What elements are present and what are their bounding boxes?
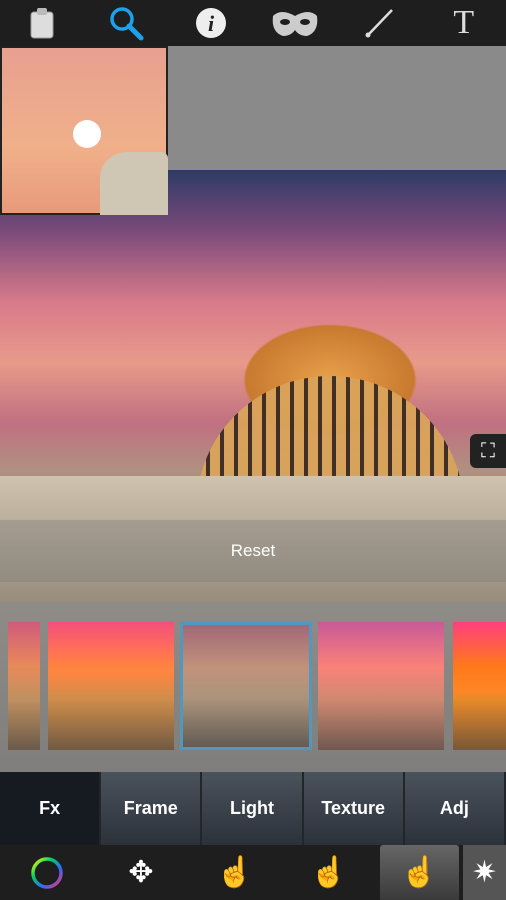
info-icon[interactable]: i: [186, 3, 236, 43]
fullscreen-icon: ⛶: [481, 439, 495, 462]
color-ring-icon[interactable]: [0, 845, 94, 900]
tab-frame[interactable]: Frame: [101, 772, 203, 845]
text-icon[interactable]: T: [439, 3, 489, 43]
hand-move-icon[interactable]: ✥: [94, 845, 188, 900]
tab-fx[interactable]: Fx: [0, 772, 102, 845]
tab-light[interactable]: Light: [202, 772, 304, 845]
top-toolbar: i T: [0, 0, 506, 46]
category-tabs: Fx Frame Light Texture Adj: [0, 772, 506, 845]
bottom-toolbar: ✥ ☝ ☝ ☝ ✷: [0, 845, 506, 900]
hand-erase-icon[interactable]: ☝: [379, 845, 459, 900]
filter-thumbnail[interactable]: [453, 622, 506, 750]
filter-thumbnail[interactable]: [318, 622, 444, 750]
reset-label: Reset: [230, 541, 276, 560]
filter-strip[interactable]: [0, 602, 506, 772]
filter-thumbnail[interactable]: [8, 622, 40, 750]
reset-button[interactable]: Reset: [0, 520, 506, 582]
tab-texture[interactable]: Texture: [303, 772, 405, 845]
preview-statue: [100, 152, 168, 215]
mask-icon[interactable]: [270, 3, 320, 43]
fullscreen-button[interactable]: ⛶: [470, 434, 506, 468]
tab-adj[interactable]: Adj: [404, 772, 506, 845]
photo-canvas[interactable]: ⛶ Reset: [0, 46, 506, 772]
search-icon[interactable]: [101, 3, 151, 43]
clipboard-icon[interactable]: [17, 3, 67, 43]
brush-cursor: [73, 120, 101, 148]
filter-thumbnail[interactable]: [48, 622, 174, 750]
brush-icon[interactable]: [354, 3, 404, 43]
magic-wand-icon[interactable]: ✷: [462, 845, 506, 900]
hand-color-icon[interactable]: ☝: [282, 845, 376, 900]
hand-circle-icon[interactable]: ☝: [188, 845, 282, 900]
filter-thumbnail-selected[interactable]: [180, 622, 312, 750]
svg-text:i: i: [208, 11, 215, 36]
zoom-preview: [0, 46, 168, 215]
